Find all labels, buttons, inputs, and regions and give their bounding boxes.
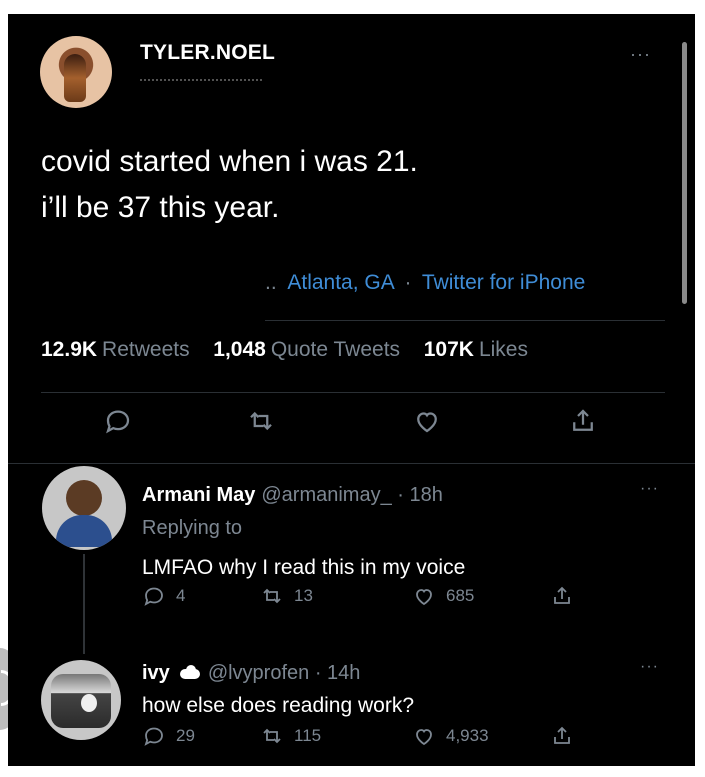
reply-more-icon[interactable]: ··· bbox=[640, 658, 659, 676]
tweet-stats: 12.9K Retweets 1,048 Quote Tweets 107K Like… bbox=[41, 338, 528, 362]
main-handle-redacted bbox=[140, 76, 262, 81]
reply-icon bbox=[144, 587, 163, 606]
retweets-label[interactable]: Retweets bbox=[102, 338, 190, 361]
location-link[interactable]: Atlanta, GA bbox=[287, 271, 393, 294]
meta-prefix: .. bbox=[265, 271, 277, 294]
like-count: 685 bbox=[446, 586, 475, 605]
reply-count: 4 bbox=[176, 586, 186, 605]
like-icon bbox=[417, 412, 437, 433]
reply-actions: 4 13 685 bbox=[142, 584, 582, 614]
reply-avatar-armani[interactable] bbox=[42, 466, 126, 550]
reply-handle[interactable]: @armanimay_ bbox=[261, 484, 391, 506]
like-icon bbox=[416, 729, 432, 746]
like-icon bbox=[416, 589, 432, 606]
thread-line bbox=[83, 554, 85, 654]
more-options-icon[interactable]: ··· bbox=[630, 44, 651, 65]
reply-icon bbox=[106, 410, 130, 434]
scrollbar[interactable] bbox=[682, 42, 687, 304]
retweet-icon bbox=[263, 728, 281, 744]
like-button[interactable] bbox=[407, 401, 447, 441]
main-username[interactable]: TYLER.NOEL bbox=[140, 41, 275, 65]
reply-retweet-button[interactable]: 115 bbox=[260, 724, 321, 748]
reply-time: · 14h bbox=[314, 662, 361, 684]
reply-reply-button[interactable]: 4 bbox=[142, 584, 185, 608]
reply-avatar-ivy[interactable] bbox=[41, 660, 121, 740]
retweets-count[interactable]: 12.9K bbox=[41, 338, 97, 361]
retweet-icon bbox=[250, 411, 272, 431]
retweet-count: 13 bbox=[294, 586, 313, 605]
reply-share-button[interactable] bbox=[550, 584, 584, 608]
main-avatar[interactable] bbox=[40, 36, 112, 108]
tweet-meta: .. Atlanta, GA · Twitter for iPhone bbox=[265, 271, 585, 295]
reply-text: LMFAO why I read this in my voice bbox=[142, 556, 466, 579]
share-button[interactable] bbox=[563, 401, 603, 441]
retweet-count: 115 bbox=[294, 726, 322, 745]
like-count: 4,933 bbox=[446, 726, 489, 745]
retweet-icon bbox=[263, 588, 281, 604]
reply-like-button[interactable]: 4,933 bbox=[412, 724, 489, 748]
quote-tweets-label[interactable]: Quote Tweets bbox=[271, 338, 400, 361]
meta-separator: · bbox=[404, 271, 412, 294]
retweet-button[interactable] bbox=[241, 401, 281, 441]
divider-top bbox=[265, 320, 665, 321]
reply-name[interactable]: ivy bbox=[142, 662, 170, 684]
share-icon bbox=[554, 586, 570, 604]
tweet-screenshot: TYLER.NOEL ··· covid started when i was … bbox=[8, 14, 695, 766]
likes-count[interactable]: 107K bbox=[424, 338, 474, 361]
reply-share-button[interactable] bbox=[550, 724, 584, 748]
likes-label[interactable]: Likes bbox=[479, 338, 528, 361]
reply-header: Armani May @armanimay_ · 18h bbox=[142, 484, 443, 507]
reply-actions: 29 115 4,933 bbox=[142, 724, 582, 754]
reply-header: ivy @lvyprofen · 14h bbox=[142, 662, 360, 685]
reply-icon bbox=[144, 727, 163, 746]
reply-handle[interactable]: @lvyprofen bbox=[208, 662, 309, 684]
divider-bottom bbox=[8, 463, 695, 464]
reply-text: how else does reading work? bbox=[142, 694, 414, 717]
tweet-text-line-1: covid started when i was 21. bbox=[41, 145, 418, 178]
reply-reply-button[interactable]: 29 bbox=[142, 724, 195, 748]
reply-retweet-button[interactable]: 13 bbox=[260, 584, 313, 608]
client-link[interactable]: Twitter for iPhone bbox=[422, 271, 585, 294]
share-icon bbox=[573, 409, 593, 431]
quote-tweets-count[interactable]: 1,048 bbox=[213, 338, 266, 361]
share-icon bbox=[554, 726, 570, 744]
reply-name[interactable]: Armani May bbox=[142, 484, 255, 506]
replying-to-label: Replying to bbox=[142, 517, 243, 539]
reply-more-icon[interactable]: ··· bbox=[640, 480, 659, 498]
divider-middle bbox=[41, 392, 665, 393]
cloud-icon bbox=[178, 664, 202, 679]
reply-time: · 18h bbox=[397, 484, 443, 506]
reply-like-button[interactable]: 685 bbox=[412, 584, 474, 608]
tweet-text-line-2: i’ll be 37 this year. bbox=[41, 191, 280, 224]
reply-count: 29 bbox=[176, 726, 195, 745]
reply-button[interactable] bbox=[98, 401, 138, 441]
